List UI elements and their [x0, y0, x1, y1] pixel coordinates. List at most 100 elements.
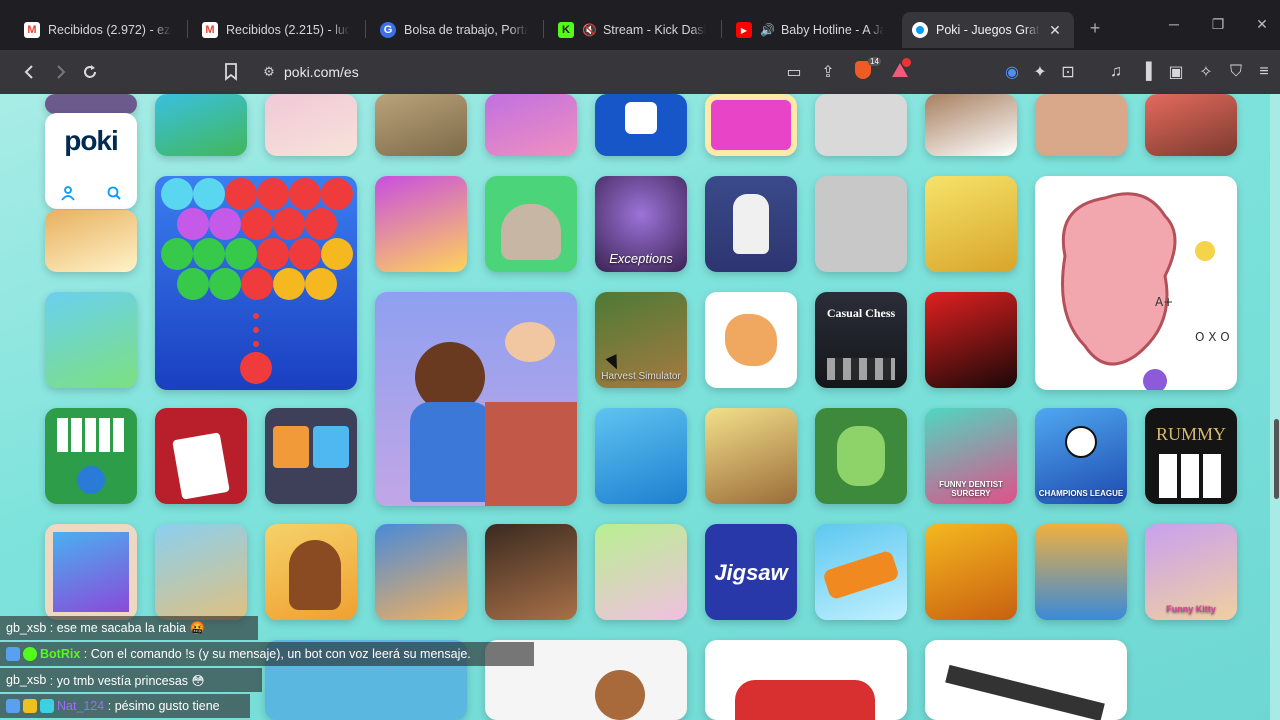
page-scrollbar[interactable] [1270, 94, 1280, 720]
game-tile[interactable] [1145, 94, 1237, 156]
game-tile-spider-solitaire[interactable] [155, 408, 247, 504]
music-icon[interactable]: ♫ [1104, 60, 1128, 84]
tab-gmail-1[interactable]: M Recibidos (2.972) - ezeq [14, 12, 182, 48]
game-tile[interactable] [375, 94, 467, 156]
game-tile-zombie[interactable] [815, 408, 907, 504]
game-tile-champions[interactable]: CHAMPIONS LEAGUE [1035, 408, 1127, 504]
game-tile[interactable] [925, 640, 1127, 720]
game-tile-detective[interactable] [485, 524, 577, 620]
game-tile-casual-chess[interactable]: Casual Chess [815, 292, 907, 388]
poki-logo[interactable]: poki [45, 125, 137, 157]
tab-poki[interactable]: Poki - Juegos Gratis ✕ [902, 12, 1074, 48]
url-text[interactable]: poki.com/es [284, 64, 359, 80]
game-tile-fighter[interactable] [925, 292, 1017, 388]
game-tile[interactable] [1035, 94, 1127, 156]
vpn-shield-icon[interactable]: ⛉ [1224, 60, 1248, 84]
mute-icon[interactable]: 🔇 [582, 23, 597, 37]
tile-art [711, 100, 791, 150]
screenshot-icon[interactable]: ⊡ [1056, 60, 1080, 84]
game-tile[interactable] [485, 94, 577, 156]
user-icon[interactable] [45, 177, 91, 209]
new-tab-icon[interactable]: + [1085, 18, 1105, 39]
cast-icon[interactable]: ▭ [782, 60, 806, 84]
tab-youtube[interactable]: ▶ 🔊 Baby Hotline - A Jac [726, 12, 894, 48]
restore-icon[interactable]: ❐ [1206, 16, 1230, 33]
game-tile-pancakes[interactable] [45, 210, 137, 272]
game-tile-archer[interactable] [155, 524, 247, 620]
scroll-thumb[interactable] [1274, 419, 1279, 499]
game-tile[interactable] [155, 94, 247, 156]
game-tile[interactable] [45, 94, 137, 114]
game-tile-farm-hero[interactable] [45, 292, 137, 388]
speaker-icon[interactable]: 🔊 [760, 23, 775, 37]
back-icon[interactable] [18, 60, 42, 84]
browser-toolbar: ⚙ poki.com/es ▭ ⇪ ◉ ✦ ⊡ ♫ ▐ ▣ ✧ ⛉ ≡ [0, 50, 1280, 94]
svg-text:O X O: O X O [1195, 330, 1230, 344]
sidebar-icon[interactable]: ▐ [1134, 60, 1158, 84]
game-tile-brain-test[interactable]: A+ O X O [1035, 176, 1237, 390]
close-window-icon[interactable]: ✕ [1250, 16, 1274, 33]
tile-art [837, 426, 885, 486]
game-tile-hair-salon[interactable] [375, 176, 467, 272]
game-tile-stickman[interactable] [815, 176, 907, 272]
site-settings-icon[interactable]: ⚙ [254, 64, 284, 80]
tab-divider [543, 20, 544, 38]
bookmark-icon[interactable] [219, 60, 243, 84]
game-tile-solitaire[interactable] [45, 408, 137, 504]
notification-dot [902, 58, 911, 67]
game-tile-blocks[interactable] [265, 408, 357, 504]
vpn-icon[interactable]: ◉ [1000, 60, 1024, 84]
tile-label: Casual Chess [826, 306, 896, 320]
car-icon [822, 549, 900, 601]
game-tile-lion[interactable] [595, 524, 687, 620]
game-tile-car[interactable] [815, 524, 907, 620]
leo-ai-icon[interactable]: ✧ [1194, 60, 1218, 84]
game-tile-funny-dentist[interactable]: FUNNY DENTIST SURGERY [925, 408, 1017, 504]
tile-art [313, 426, 349, 468]
chat-user: gb_xsb [6, 673, 47, 687]
game-tile-coloring[interactable] [705, 292, 797, 388]
game-tile-monster-art[interactable] [45, 524, 137, 620]
tab-bolsa-trabajo[interactable]: G Bolsa de trabajo, Portal d [370, 12, 538, 48]
brain-icon: A+ O X O [1061, 192, 1230, 390]
forward-icon[interactable] [48, 60, 72, 84]
game-tile[interactable] [595, 94, 687, 156]
game-tile-sniper[interactable] [595, 408, 687, 504]
game-tile-hotel[interactable] [375, 292, 577, 506]
game-tile-horse[interactable] [265, 524, 357, 620]
game-tile-rummy[interactable]: RUMMY [1145, 408, 1237, 504]
game-tile-funny-kitty[interactable]: Funny Kitty [1145, 524, 1237, 620]
reload-icon[interactable] [78, 60, 102, 84]
game-tile-harvest[interactable]: Harvest Simulator [595, 292, 687, 388]
minimize-icon[interactable]: ─ [1162, 16, 1186, 32]
game-tile-stick-war[interactable] [925, 176, 1017, 272]
game-tile-exceptions[interactable]: Exceptions [595, 176, 687, 272]
menu-icon[interactable]: ≡ [1252, 60, 1276, 84]
tile-label: Funny Kitty [1166, 604, 1216, 614]
game-tile-kitchen[interactable] [705, 408, 797, 504]
close-icon[interactable]: ✕ [1046, 22, 1064, 39]
tab-kick[interactable]: K 🔇 Stream - Kick Dashb [548, 12, 716, 48]
game-tile[interactable] [925, 94, 1017, 156]
game-tile[interactable] [815, 94, 907, 156]
game-tile-only-up[interactable] [705, 176, 797, 272]
tab-gmail-2[interactable]: M Recibidos (2.215) - lucia [192, 12, 360, 48]
extensions-icon[interactable]: ✦ [1028, 60, 1052, 84]
game-tile-angry-face[interactable] [925, 524, 1017, 620]
share-icon[interactable]: ⇪ [816, 60, 840, 84]
game-tile[interactable] [705, 640, 907, 720]
wallet-icon[interactable]: ▣ [1164, 60, 1188, 84]
search-icon[interactable] [91, 177, 137, 209]
game-tile-battleship[interactable] [1035, 524, 1127, 620]
game-tile-bubble-shooter[interactable] [155, 176, 357, 390]
game-tile[interactable] [265, 94, 357, 156]
bubbles-art [161, 178, 353, 384]
game-tile-cat[interactable] [485, 176, 577, 272]
game-tile-jigsaw[interactable]: Jigsaw [705, 524, 797, 620]
chat-message: BotRix : Con el comando !s (y su mensaje… [0, 642, 534, 666]
chat-user: gb_xsb [6, 621, 47, 635]
game-tile[interactable] [705, 94, 797, 156]
game-tile-fossil[interactable] [375, 524, 467, 620]
badge-icon [6, 647, 20, 661]
youtube-icon: ▶ [736, 22, 752, 38]
